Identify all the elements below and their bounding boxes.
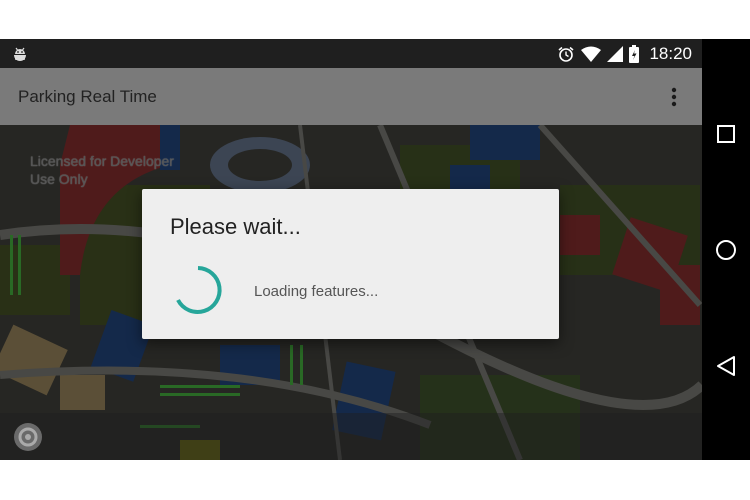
- my-location-icon[interactable]: [12, 421, 44, 453]
- dialog-title: Please wait...: [170, 214, 301, 239]
- wifi-icon: [581, 46, 602, 62]
- signal-icon: [607, 46, 624, 62]
- android-debug-icon: [14, 47, 26, 61]
- progress-dialog: Please wait... Loading features...: [142, 189, 559, 339]
- home-icon[interactable]: [715, 239, 737, 261]
- map-bottom-bar: [0, 413, 702, 460]
- device-screen: 18:20 Parking Real Time Licensed for Dev…: [0, 39, 702, 460]
- app-title: Parking Real Time: [18, 87, 157, 106]
- watermark-line-2: Use Only: [30, 171, 88, 187]
- progress-spinner-icon: [176, 266, 222, 314]
- navigation-bar: [702, 39, 750, 460]
- app-bar: Parking Real Time: [0, 68, 702, 125]
- back-icon[interactable]: [716, 355, 736, 377]
- dialog-message: Loading features...: [254, 283, 379, 300]
- watermark-line-1: Licensed for Developer: [30, 153, 174, 169]
- more-vert-icon[interactable]: [664, 86, 684, 108]
- alarm-icon: [558, 46, 574, 62]
- map-watermark: Licensed for Developer Use Only: [30, 152, 174, 188]
- battery-icon: [629, 45, 640, 63]
- status-time: 18:20: [649, 44, 692, 63]
- status-bar: 18:20: [0, 39, 702, 68]
- recents-icon[interactable]: [717, 125, 735, 143]
